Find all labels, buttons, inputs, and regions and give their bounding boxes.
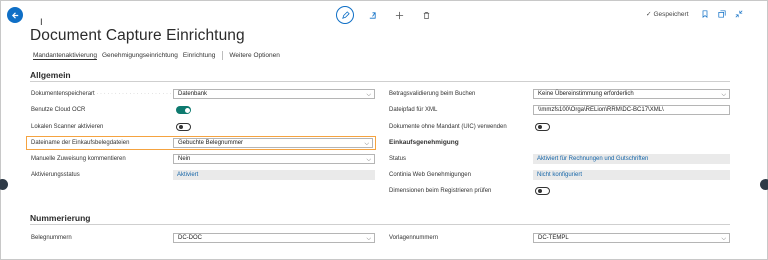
status-value[interactable]: Aktiviert für Rechnungen und Gutschrifte…: [533, 154, 730, 164]
betragsvalidierung-dropdown[interactable]: Keine Übereinstimmung erforderlich ⌵: [533, 89, 730, 99]
tab-mandantenaktivierung[interactable]: Mandantenaktivierung: [33, 52, 97, 59]
bookmark-icon: [702, 9, 707, 18]
label-dateiname: Dateiname der Einkaufsbelegdateien: [31, 140, 130, 146]
toolbar: [336, 6, 444, 24]
continia-value[interactable]: Nicht konfiguriert: [533, 170, 730, 180]
chevron-down-icon: ⌵: [366, 236, 371, 242]
tab-genehmigungseinrichtung[interactable]: Genehmigungseinrichtung: [102, 52, 178, 59]
lokalen-scanner-toggle[interactable]: [176, 123, 191, 131]
open-new-window-button[interactable]: [717, 9, 726, 18]
section-divider: [30, 224, 730, 225]
delete-icon: [423, 11, 429, 19]
ohne-mandant-toggle[interactable]: [535, 123, 550, 131]
tab-weitere-optionen[interactable]: Weitere Optionen: [229, 52, 279, 59]
vorlagennummern-dropdown[interactable]: DC-TEMPL ⌵: [533, 233, 730, 243]
dateiname-dropdown[interactable]: Gebuchte Belegnummer ⌵: [173, 138, 373, 148]
back-arrow-icon: [11, 11, 18, 19]
label-aktivierungsstatus: Aktivierungsstatus: [31, 172, 80, 178]
label-vorlagennummern: Vorlagennummern: [389, 235, 439, 241]
label-dateipfad: Dateipfad für XML: [389, 107, 438, 113]
label-dimensionen: Dimensionen beim Registrieren prüfen: [389, 188, 492, 194]
section-title-allgemein: Allgemein: [30, 70, 71, 80]
dimensionen-toggle[interactable]: [535, 187, 550, 195]
saved-label: Gespeichert: [653, 10, 689, 18]
back-button[interactable]: [7, 7, 23, 23]
label-cloud-ocr: Benutze Cloud OCR: [31, 107, 86, 113]
label-continia: Continia Web Genehmigungen: [389, 172, 471, 178]
label-status: Status: [389, 156, 407, 162]
delete-button[interactable]: [417, 6, 435, 24]
collapse-icon: [735, 10, 742, 17]
chevron-down-icon: ⌵: [364, 141, 369, 147]
belegnummern-dropdown[interactable]: DC-DOC ⌵: [173, 233, 375, 243]
label-lokalen-scanner: Lokalen Scanner aktivieren: [31, 124, 104, 130]
edit-button[interactable]: [336, 6, 354, 24]
tab-separator: [222, 51, 224, 60]
label-betragsvalidierung: Betragsvalidierung beim Buchen: [389, 91, 476, 97]
tab-bar: Mandantenaktivierung Genehmigungseinrich…: [33, 51, 285, 60]
new-icon: [395, 11, 403, 19]
check-icon: ✓: [646, 11, 652, 18]
page-title: Document Capture Einrichtung: [30, 27, 245, 44]
new-button[interactable]: [390, 6, 408, 24]
label-ohne-mandant: Dokumente ohne Mandant (UIC) verwenden: [389, 124, 507, 130]
chevron-down-icon: ⌵: [721, 92, 726, 98]
chevron-down-icon: ⌵: [366, 157, 371, 163]
label-belegnummern: Belegnummern: [31, 235, 72, 241]
saved-status: ✓ Gespeichert: [646, 10, 689, 19]
scroll-right-button[interactable]: [760, 179, 768, 190]
label-dokumentenspeicherart: Dokumentenspeicherart · · · · · · · · · …: [31, 91, 176, 97]
window-actions: [700, 9, 743, 18]
tab-einrichtung[interactable]: Einrichtung: [183, 52, 216, 59]
bookmark-button[interactable]: [700, 9, 709, 18]
open-new-window-icon: [717, 9, 726, 18]
section-divider: [30, 81, 730, 82]
collapse-button[interactable]: [734, 9, 743, 18]
manuelle-zuweisung-dropdown[interactable]: Nein ⌵: [173, 154, 375, 164]
share-button[interactable]: [363, 6, 381, 24]
section-title-nummerierung: Nummerierung: [30, 213, 91, 223]
share-icon: [369, 11, 376, 19]
subsection-einkaufsgenehmigung: Einkaufsgenehmigung: [389, 139, 459, 146]
dokumentenspeicherart-dropdown[interactable]: Datenbank ⌵: [173, 89, 375, 99]
aktivierungsstatus-value[interactable]: Aktiviert: [173, 170, 375, 180]
chevron-down-icon: ⌵: [721, 236, 726, 242]
chevron-down-icon: ⌵: [366, 92, 371, 98]
label-manuelle-zuweisung: Manuelle Zuweisung kommentieren: [31, 156, 126, 162]
cloud-ocr-toggle[interactable]: [176, 106, 191, 114]
dateipfad-input[interactable]: \\mmzfs100\Orga\RELion\RRM\DC-BC17\XML\: [533, 105, 730, 115]
edit-icon: [341, 10, 350, 19]
